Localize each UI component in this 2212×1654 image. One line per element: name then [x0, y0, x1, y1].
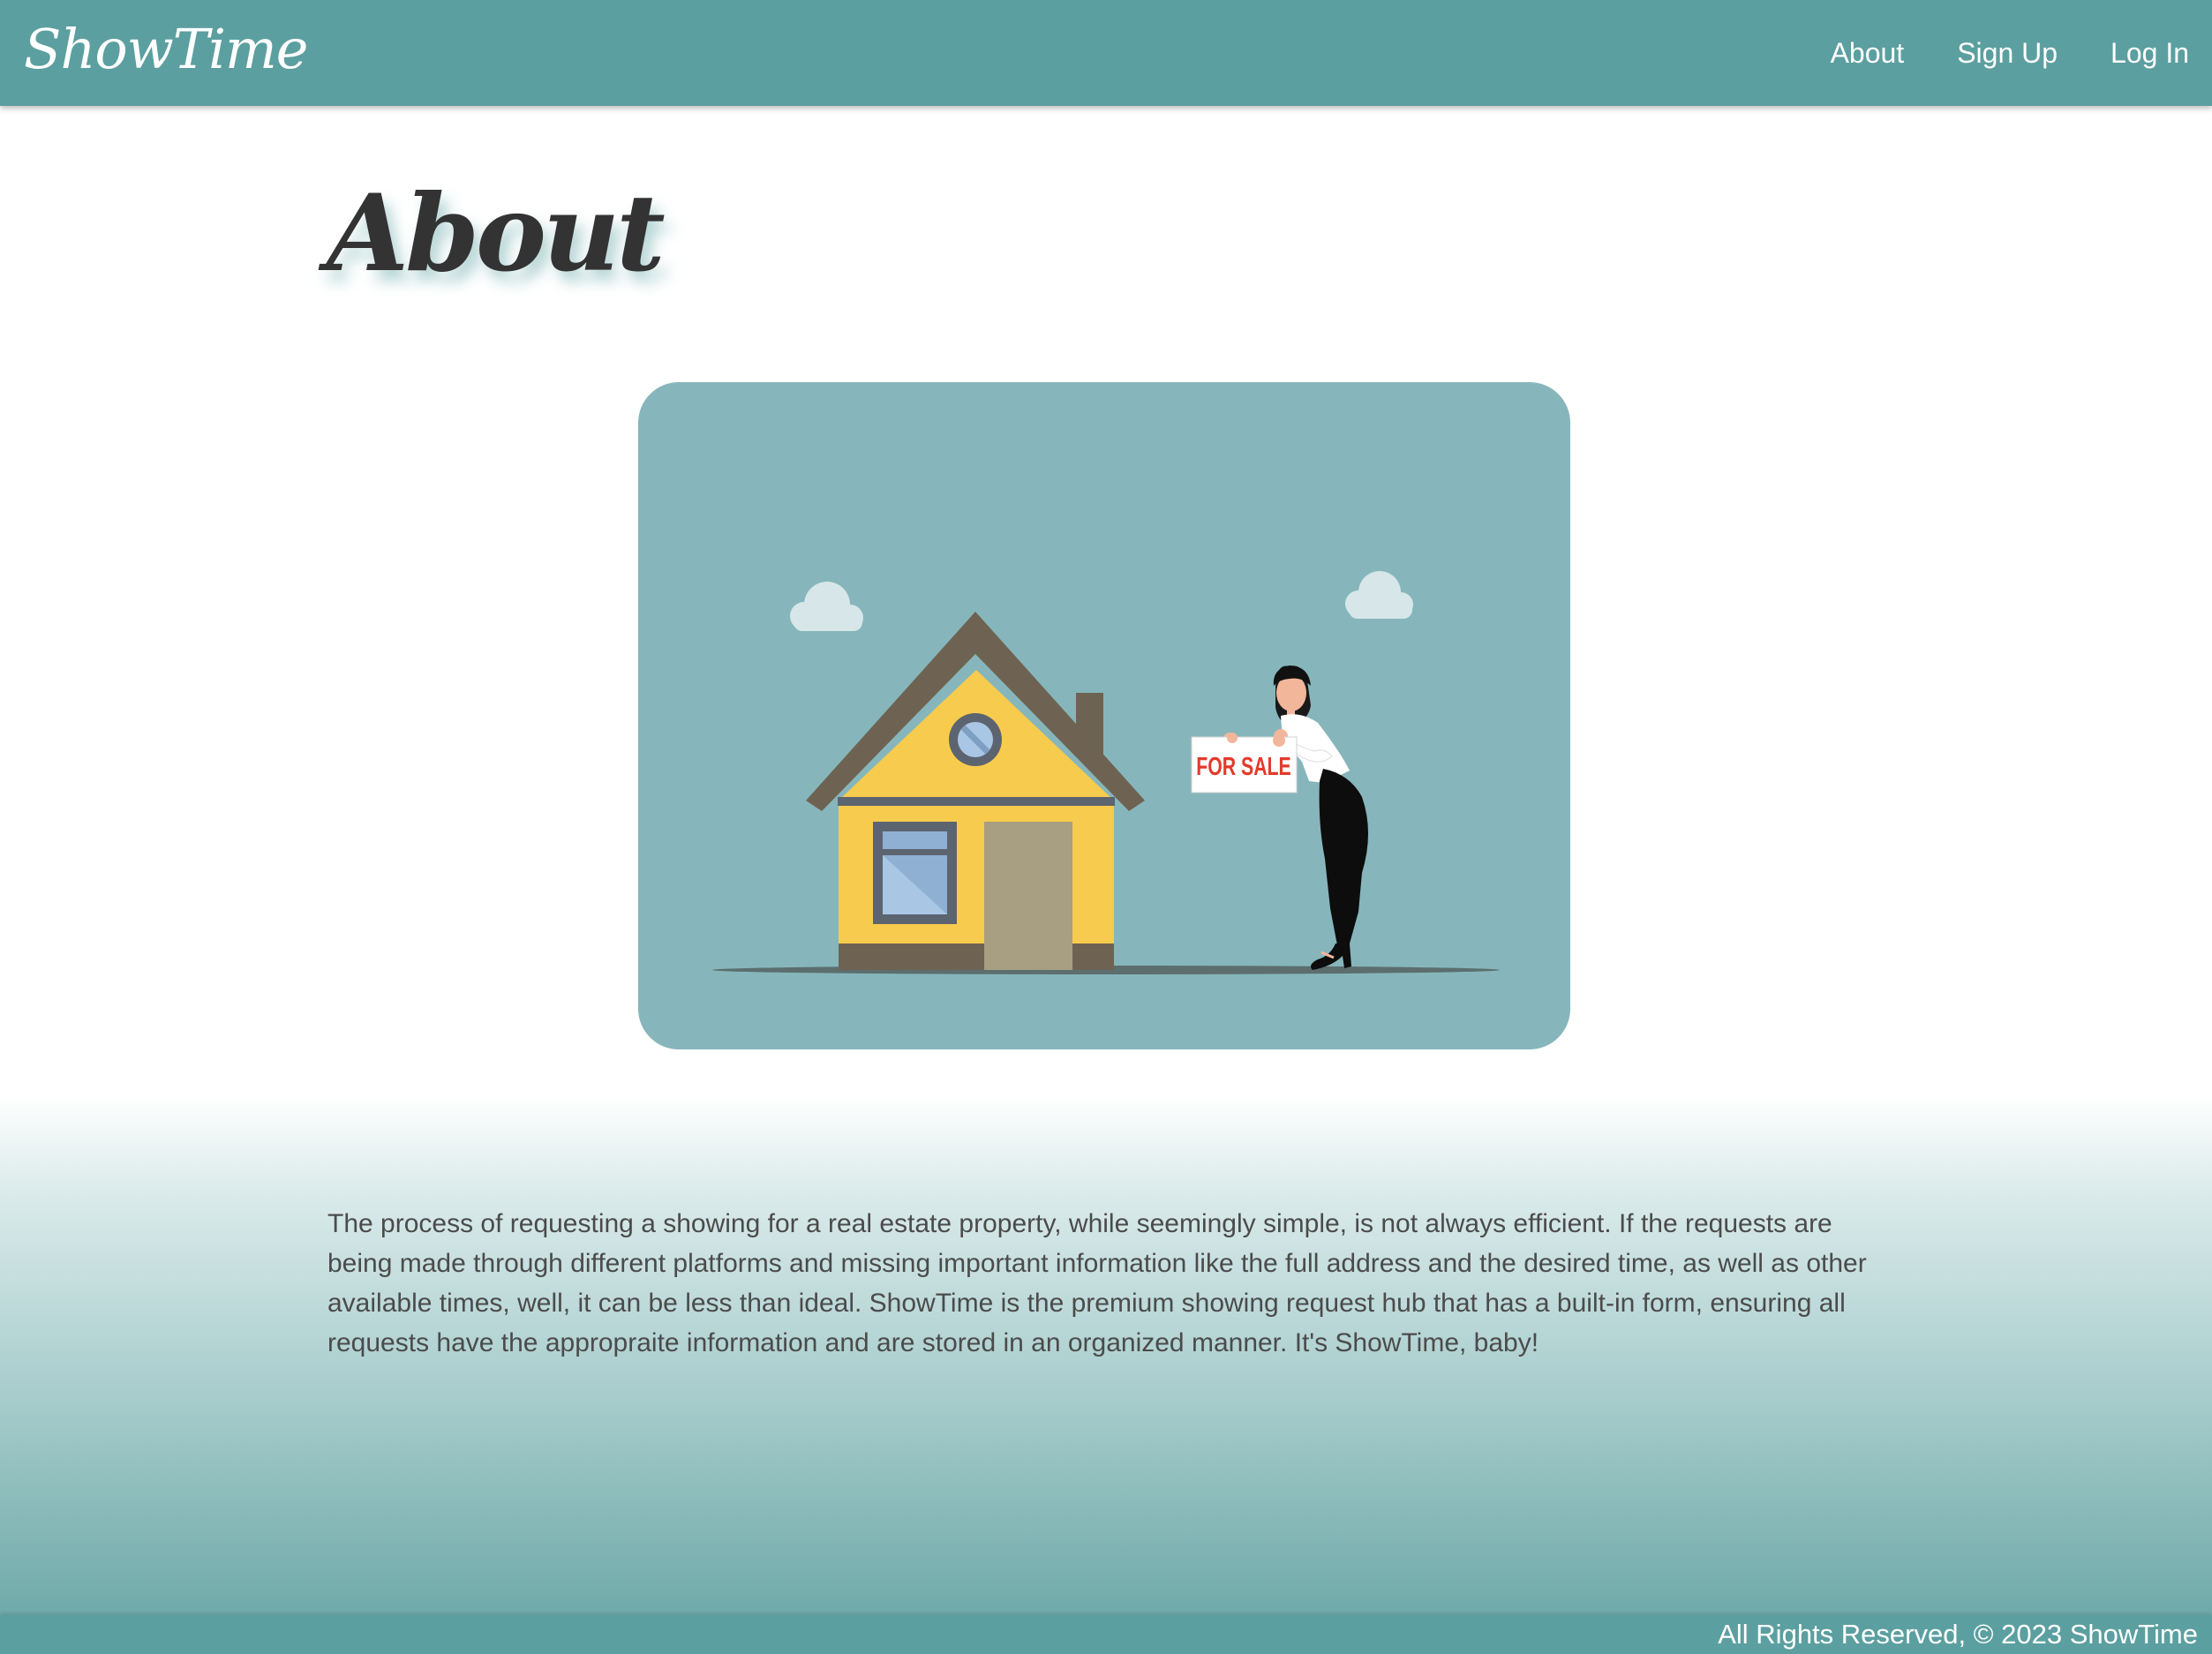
page-title: About	[327, 171, 666, 296]
cloud-right	[1345, 571, 1413, 619]
nav-link-sign-up[interactable]: Sign Up	[1957, 37, 2058, 70]
brand-logo[interactable]: ShowTime	[24, 12, 308, 86]
cloud-left	[790, 582, 863, 631]
house	[806, 612, 1145, 970]
illustration-card: FOR SALE	[638, 382, 1570, 1049]
for-sale-sign-text: FOR SALE	[1196, 753, 1290, 781]
nav-link-about[interactable]: About	[1831, 37, 1905, 70]
nav-link-log-in[interactable]: Log In	[2110, 37, 2189, 70]
top-navbar: ShowTime About Sign Up Log In	[0, 0, 2212, 106]
footer-copyright: All Rights Reserved, © 2023 ShowTime	[1718, 1619, 2198, 1650]
for-sale-sign: FOR SALE	[1191, 733, 1298, 793]
about-paragraph: The process of requesting a showing for …	[327, 1209, 1867, 1357]
nav-links: About Sign Up Log In	[1831, 0, 2189, 106]
footer: All Rights Reserved, © 2023 ShowTime	[0, 1615, 2212, 1654]
realtor-woman	[1223, 665, 1368, 970]
house-for-sale-illustration: FOR SALE	[712, 571, 1500, 974]
